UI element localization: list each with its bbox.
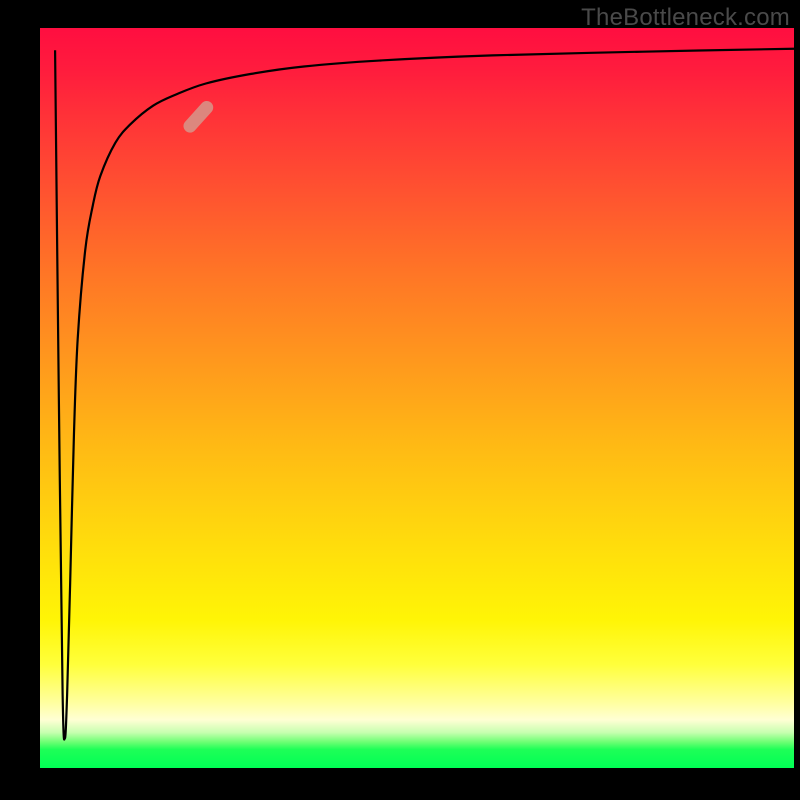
curve-layer	[40, 28, 794, 768]
marker-pill	[181, 98, 216, 135]
chart-frame: TheBottleneck.com	[0, 0, 800, 800]
plot-area	[40, 28, 794, 768]
curve-marker	[181, 98, 216, 135]
watermark-text: TheBottleneck.com	[581, 4, 790, 32]
bottleneck-curve	[55, 49, 794, 740]
